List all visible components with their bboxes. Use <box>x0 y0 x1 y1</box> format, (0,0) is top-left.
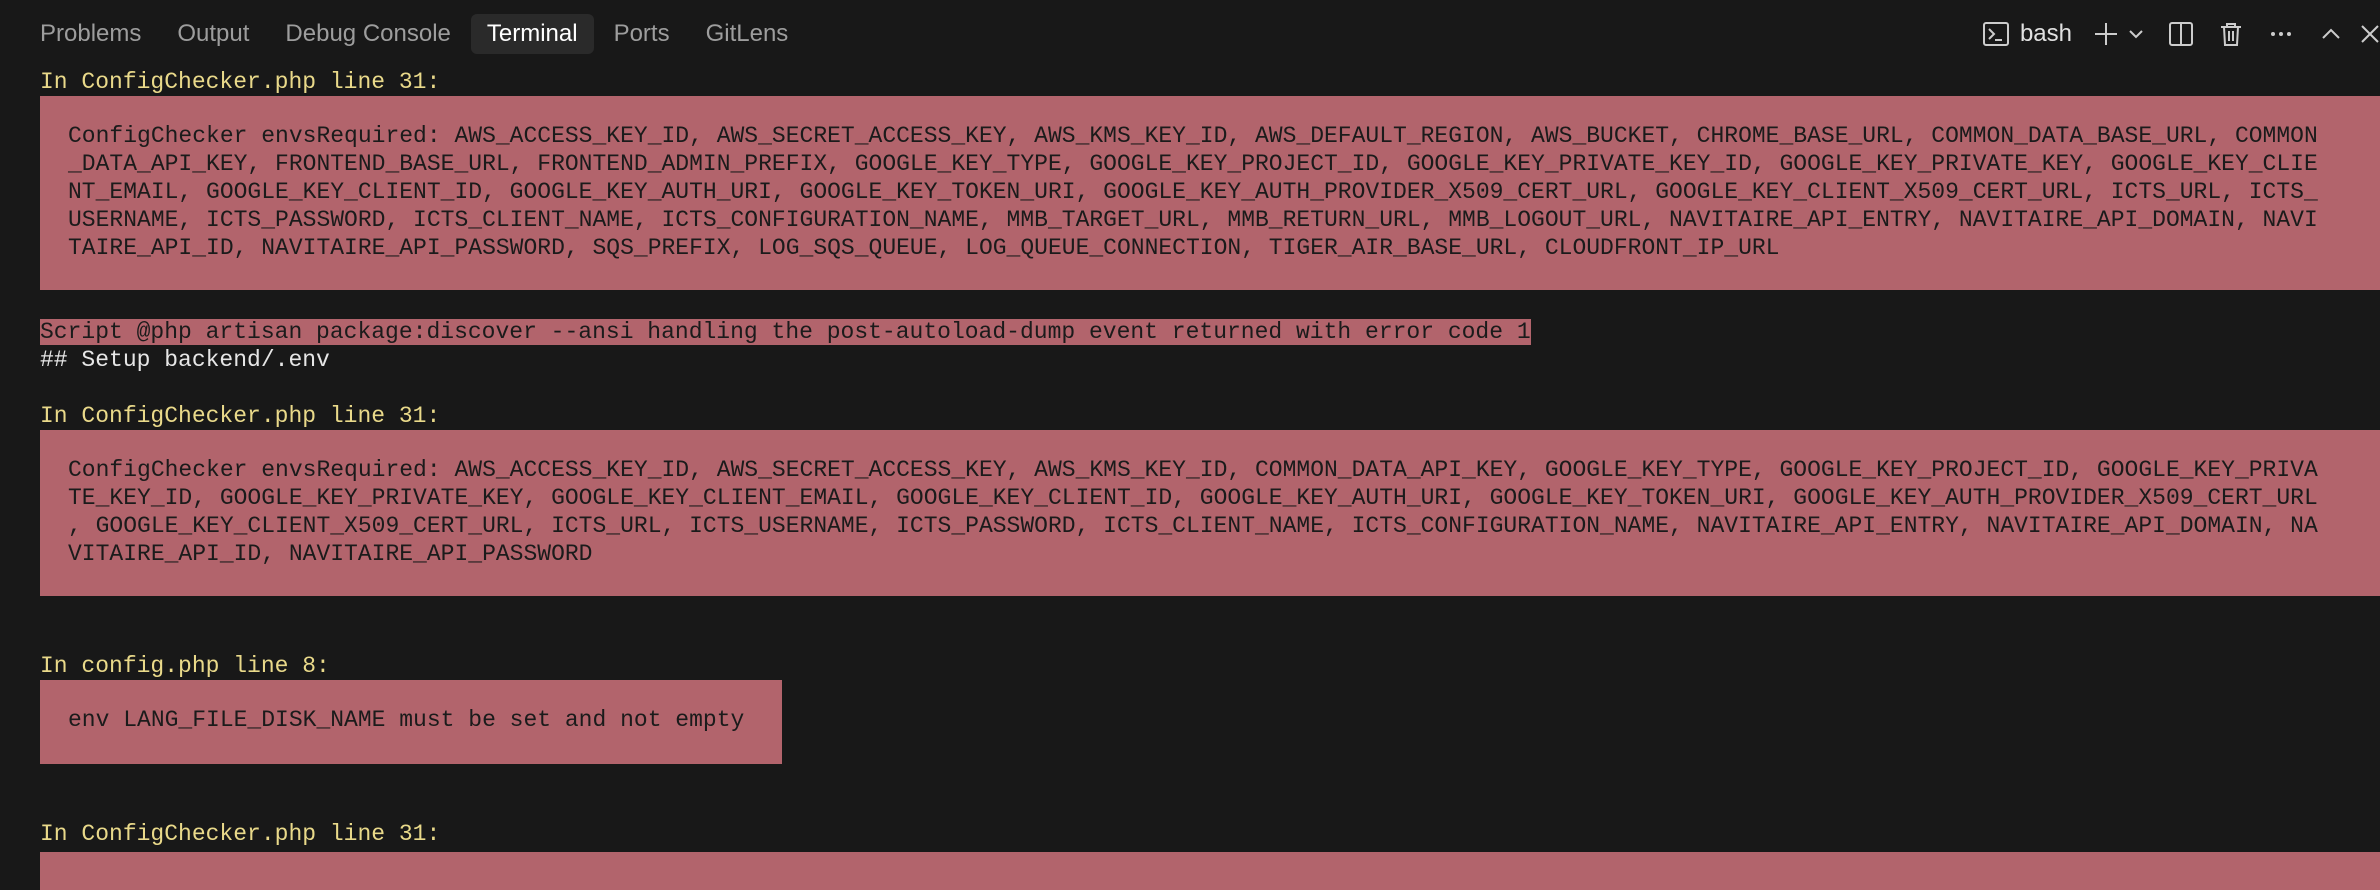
tab-terminal[interactable]: Terminal <box>470 14 594 54</box>
terminal-name: bash <box>2019 20 2072 47</box>
chevron-up-icon <box>2317 20 2345 48</box>
close-icon <box>2356 20 2380 48</box>
chevron-down-icon[interactable] <box>2126 24 2146 44</box>
new-terminal-group <box>2082 14 2156 54</box>
error-heading: In ConfigChecker.php line 31: <box>40 69 441 95</box>
script-error-line: Script @php artisan package:discover --a… <box>40 318 1531 346</box>
maximize-panel-button[interactable] <box>2306 14 2356 54</box>
error-block: ConfigChecker envsRequired: AWS_ACCESS_K… <box>40 430 2380 596</box>
tab-debug-console[interactable]: Debug Console <box>269 14 466 54</box>
error-line: ConfigChecker envsRequired: AWS_ACCESS_K… <box>68 123 2318 149</box>
error-line: , GOOGLE_KEY_CLIENT_X509_CERT_URL, ICTS_… <box>68 513 2318 539</box>
tab-problems[interactable]: Problems <box>24 14 157 54</box>
error-line: TE_KEY_ID, GOOGLE_KEY_PRIVATE_KEY, GOOGL… <box>68 485 2318 511</box>
terminal-output[interactable]: In ConfigChecker.php line 31: ConfigChec… <box>40 68 2380 890</box>
tab-output[interactable]: Output <box>161 14 265 54</box>
error-line: env LANG_FILE_DISK_NAME must be set and … <box>68 707 745 733</box>
error-line: VITAIRE_API_ID, NAVITAIRE_API_PASSWORD <box>68 541 593 567</box>
error-block: ConfigChecker envsRequired: AWS_ACCESS_K… <box>40 96 2380 290</box>
more-actions-button[interactable] <box>2256 14 2306 54</box>
error-heading: In config.php line 8: <box>40 653 330 679</box>
script-error-text: Script @php artisan package:discover --a… <box>40 319 1531 345</box>
terminal-icon <box>1982 20 2010 48</box>
error-block <box>40 852 2380 890</box>
error-heading: In ConfigChecker.php line 31: <box>40 403 441 429</box>
panel-header: Problems Output Debug Console Terminal P… <box>0 0 2380 68</box>
tab-ports[interactable]: Ports <box>598 14 686 54</box>
panel-tabs: Problems Output Debug Console Terminal P… <box>24 14 804 54</box>
setup-line: ## Setup backend/.env <box>40 347 330 373</box>
error-line: NT_EMAIL, GOOGLE_KEY_CLIENT_ID, GOOGLE_K… <box>68 179 2318 205</box>
error-line: TAIRE_API_ID, NAVITAIRE_API_PASSWORD, SQ… <box>68 235 1780 261</box>
error-line: ConfigChecker envsRequired: AWS_ACCESS_K… <box>68 457 2318 483</box>
split-icon <box>2167 20 2195 48</box>
plus-icon[interactable] <box>2092 20 2120 48</box>
error-block: env LANG_FILE_DISK_NAME must be set and … <box>40 680 782 764</box>
panel-actions: bash <box>1972 14 2380 54</box>
split-terminal-button[interactable] <box>2156 14 2206 54</box>
error-heading: In ConfigChecker.php line 31: <box>40 821 441 847</box>
tab-gitlens[interactable]: GitLens <box>690 14 805 54</box>
kill-terminal-button[interactable] <box>2206 14 2256 54</box>
close-panel-button[interactable] <box>2356 14 2380 54</box>
more-icon <box>2267 20 2295 48</box>
trash-icon <box>2217 20 2245 48</box>
terminal-profile-button[interactable]: bash <box>1972 14 2082 54</box>
error-line: USERNAME, ICTS_PASSWORD, ICTS_CLIENT_NAM… <box>68 207 2318 233</box>
error-line: _DATA_API_KEY, FRONTEND_BASE_URL, FRONTE… <box>68 151 2318 177</box>
